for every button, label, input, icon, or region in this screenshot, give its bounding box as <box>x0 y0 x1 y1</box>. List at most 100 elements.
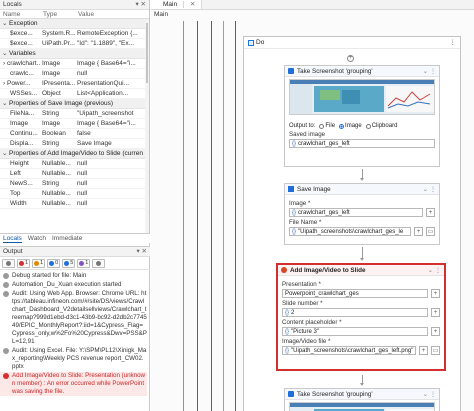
variable-value: PresentationQui... <box>77 80 130 87</box>
variable-name-cell: Top <box>0 189 40 198</box>
close-icon[interactable]: ✕ <box>190 1 195 8</box>
locals-row[interactable]: Continu... Boolean false <box>0 129 149 139</box>
chevron-down-icon[interactable]: ⌄ <box>2 149 9 158</box>
filter-icon <box>49 260 55 266</box>
output-filter-button[interactable]: 1 <box>17 258 31 268</box>
slide-number-field[interactable]: {} 2 <box>282 308 428 317</box>
do-menu-icon[interactable]: ⋮ <box>450 37 461 48</box>
chevron-down-icon[interactable]: ⌄ <box>2 19 9 28</box>
error-log-line[interactable]: Add Image/Video to Slide: Presentation (… <box>0 372 147 396</box>
workflow-canvas[interactable]: Do ⋮ + Take Screenshot 'grouping' ⌄ ⋮ Ou… <box>151 21 474 411</box>
variable-name: $exce... <box>10 40 33 47</box>
radio-clipboard[interactable]: Clipboard <box>365 123 397 129</box>
save-image-activity[interactable]: Save Image ⌄ ⋮ Image * {} crawlchart_ges… <box>284 183 440 245</box>
column-value-header[interactable]: Value <box>75 10 149 18</box>
log-line[interactable]: Automation_Du_Xuan execution started <box>3 281 147 289</box>
chevron-down-icon[interactable]: ⌄ <box>2 99 9 108</box>
locals-scroll-thumb[interactable] <box>146 23 148 83</box>
output-filter-button[interactable]: 5 <box>62 258 76 268</box>
radio-image[interactable]: Image <box>339 123 362 129</box>
activity-title: Take Screenshot 'grouping' <box>297 67 373 75</box>
chevron-down-icon[interactable]: ⌄ <box>2 49 9 58</box>
file-name-field[interactable]: {} "Uipath_screenshots\crawlchart_ges_le <box>289 227 411 236</box>
take-screenshot-activity[interactable]: Take Screenshot 'grouping' ⌄ ⋮ <box>284 388 440 411</box>
saved-image-field[interactable]: {} crawlchart_ges_left <box>289 139 435 148</box>
activity-menu-icon[interactable]: ⌄ ⋮ <box>423 389 439 399</box>
locals-row[interactable]: Height Nullable... null <box>0 159 149 169</box>
activity-menu-icon[interactable]: ⌄ ⋮ <box>423 66 439 76</box>
activity-menu-icon[interactable]: ⌄ ⋮ <box>423 184 439 194</box>
log-line[interactable]: Debug started for file: Main <box>3 272 147 280</box>
folder-icon[interactable]: ▭ <box>426 227 435 236</box>
do-sequence[interactable]: Do ⋮ + Take Screenshot 'grouping' ⌄ ⋮ Ou… <box>243 36 461 411</box>
log-line[interactable]: Audit: Using Web App. Browser: Chrome UR… <box>3 290 147 346</box>
locals-row[interactable]: FileNa... String "Uipath_screenshot <box>0 109 149 119</box>
error-icon <box>3 373 9 379</box>
tab-watch[interactable]: Watch <box>28 234 46 243</box>
filter-icon <box>34 260 40 266</box>
locals-row[interactable]: crawlc... Image null <box>0 69 149 79</box>
take-screenshot-activity[interactable]: Take Screenshot 'grouping' ⌄ ⋮ <box>284 65 440 167</box>
variable-name-cell: NewS... <box>0 179 40 188</box>
output-filter-button[interactable]: 0 <box>47 258 61 268</box>
powerpoint-icon <box>281 267 287 273</box>
tab-main[interactable]: Main ✕ <box>151 0 203 9</box>
variable-name-cell: $exce... <box>0 39 40 48</box>
variable-value: false <box>77 130 91 137</box>
add-activity-icon[interactable]: + <box>347 55 354 62</box>
radio-file[interactable]: File <box>319 123 335 129</box>
add-icon[interactable]: + <box>414 227 423 236</box>
locals-panel-controls[interactable]: ▾ ✕ <box>135 0 149 9</box>
column-type-header[interactable]: Type <box>40 10 75 18</box>
locals-row[interactable]: $exce... UiPath.Pr... "Id": "1.1889", "Ex.… <box>0 39 149 49</box>
column-name-header[interactable]: Name <box>0 10 40 18</box>
locals-row[interactable]: Image Image Image { Base64="i... <box>0 119 149 129</box>
locals-row[interactable]: WSSes... Object List<Application... <box>0 89 149 99</box>
locals-section-header[interactable]: ⌄ Variables <box>0 49 149 59</box>
locals-row[interactable]: Left Nullable... null <box>0 169 149 179</box>
locals-row[interactable]: NewS... String null <box>0 179 149 189</box>
locals-section-header[interactable]: ⌄ Properties of Save Image (previous) <box>0 99 149 109</box>
locals-section-header[interactable]: ⌄ Exception <box>0 19 149 29</box>
add-icon[interactable]: + <box>431 289 440 298</box>
tab-locals[interactable]: Locals <box>3 234 22 243</box>
add-icon[interactable]: + <box>426 208 435 217</box>
locals-section-header[interactable]: ⌄ Properties of Add Image/Video to Slide … <box>0 149 149 159</box>
locals-scrollbar[interactable] <box>145 19 149 238</box>
activity-title: Save Image <box>297 185 331 193</box>
variable-name-cell: Height <box>0 159 40 168</box>
add-icon[interactable]: + <box>431 327 440 336</box>
variable-value: Image { Base64="i... <box>77 60 136 67</box>
output-filter-button[interactable] <box>92 258 106 268</box>
add-icon[interactable]: + <box>419 346 428 355</box>
tab-immediate[interactable]: Immediate <box>52 234 82 243</box>
locals-panel-header: Locals ▾ ✕ <box>0 0 149 10</box>
output-filter-button[interactable]: 1 <box>32 258 46 268</box>
breadcrumb[interactable]: Main <box>151 10 474 20</box>
image-video-file-field[interactable]: {} "Uipath_screenshots\crawlchart_ges_le… <box>282 346 416 355</box>
variable-type: Nullable... <box>42 160 71 167</box>
locals-row[interactable]: › crawlchart... Image Image { Base64="i... <box>0 59 149 69</box>
log-line[interactable]: Audit: Using Excel. File: Y:\SPM\PL12\Xi… <box>3 347 147 371</box>
locals-section-title: Properties of Save Image (previous) <box>9 100 114 107</box>
activity-menu-icon[interactable]: ⌄ ⋮ <box>428 265 444 275</box>
image-field[interactable]: {} crawlchart_ges_left <box>289 208 423 217</box>
locals-row[interactable]: Width Nullable... null <box>0 199 149 209</box>
output-panel-controls[interactable]: ▾ ✕ <box>136 247 150 256</box>
content-placeholder-field[interactable]: {} "Picture 3" <box>282 327 428 336</box>
tab-main-label: Main <box>157 1 185 8</box>
presentation-field[interactable]: Powerpoint_crawlchart_ges <box>282 289 428 298</box>
folder-icon[interactable]: ▭ <box>431 346 440 355</box>
locals-row[interactable]: › Power... IPresenta... PresentationQui... <box>0 79 149 89</box>
locals-row[interactable]: $exce... System.R... RemoteException {... <box>0 29 149 39</box>
variable-value: "Uipath_screenshot <box>77 110 134 117</box>
collapse-icon[interactable] <box>248 39 254 46</box>
output-filter-button[interactable] <box>2 258 15 268</box>
output-filter-button[interactable]: 1 <box>77 258 91 268</box>
variable-name-cell: Left <box>0 169 40 178</box>
locals-row[interactable]: Displa... String Save Image <box>0 139 149 149</box>
add-icon[interactable]: + <box>431 308 440 317</box>
add-image-to-slide-activity[interactable]: Add Image/Video to Slide ⌄ ⋮ Presentatio… <box>276 263 446 371</box>
flow-arrow <box>360 375 364 386</box>
locals-row[interactable]: Top Nullable... null <box>0 189 149 199</box>
